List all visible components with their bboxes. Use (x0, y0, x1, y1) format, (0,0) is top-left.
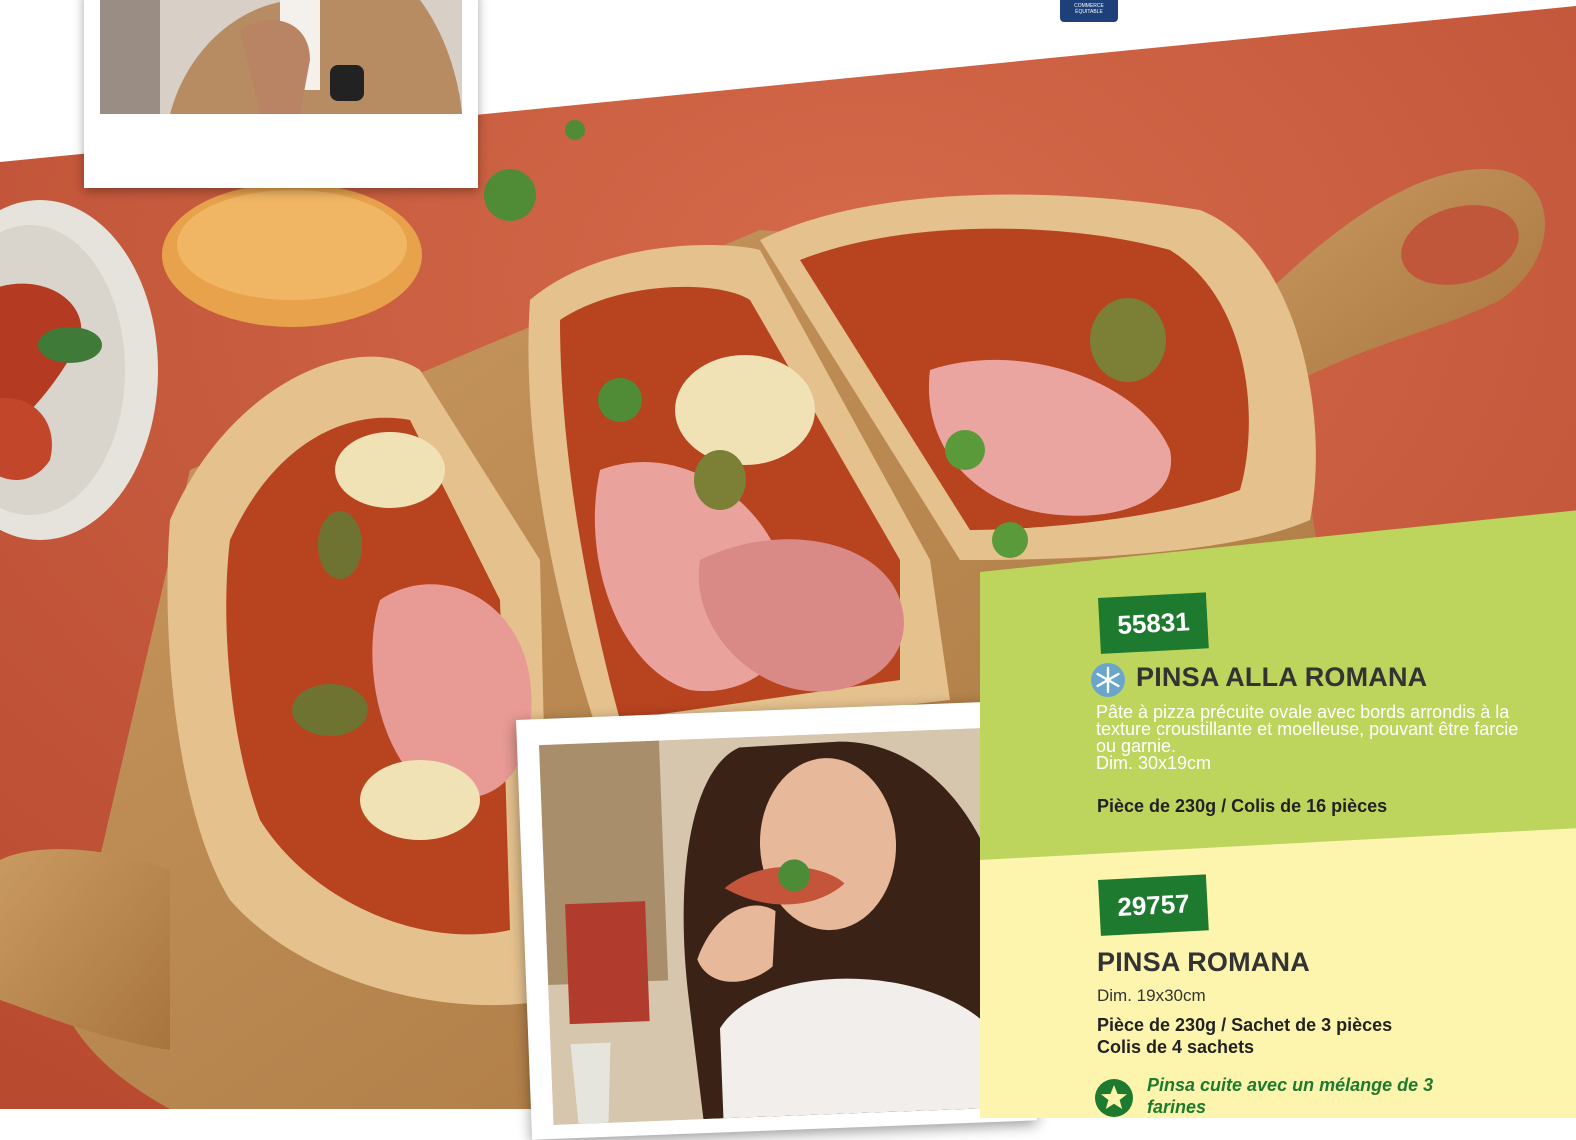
polaroid-photo-girl (516, 700, 1037, 1140)
product-description: Pâte à pizza précuite ovale avec bords a… (1096, 702, 1519, 773)
snowflake-icon (1090, 662, 1126, 698)
product-packaging-colis: Colis de 4 sachets (1097, 1037, 1255, 1057)
polaroid-photo-woman (84, 0, 478, 188)
product-title: PINSA ALLA ROMANA (1136, 662, 1428, 692)
product-dimensions: Dim. 19x30cm (1097, 986, 1206, 1005)
product-packaging: Pièce de 230g / Sachet de 3 pièces (1097, 1015, 1393, 1035)
product-code-tag: 29757 (1098, 874, 1210, 936)
product-title: PINSA ROMANA (1097, 947, 1310, 977)
woman-photo (100, 0, 462, 114)
product-code-tag: 55831 (1098, 592, 1210, 654)
product-note: Pinsa cuite avec un mélange de 3 farines (1147, 1075, 1434, 1117)
product-packaging: Pièce de 230g / Colis de 16 pièces (1097, 796, 1388, 816)
star-icon (1094, 1078, 1134, 1118)
girl-eating-photo (538, 727, 1014, 1125)
fair-trade-logo: COMMERCE ÉQUITABLE (1060, 0, 1118, 22)
